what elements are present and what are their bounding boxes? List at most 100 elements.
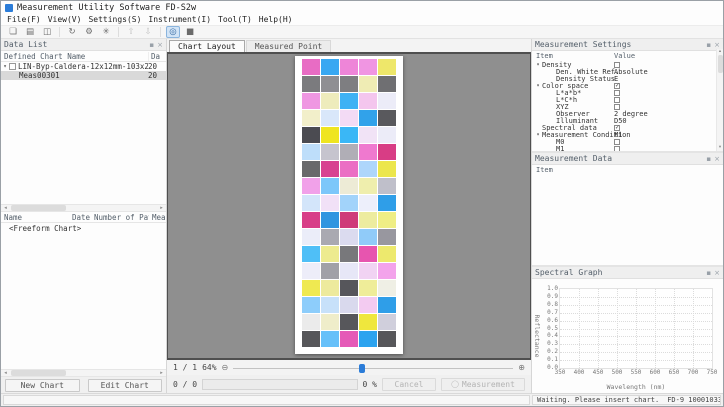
zoom-slider-track[interactable] <box>233 368 513 369</box>
setting-checkbox[interactable] <box>614 97 620 103</box>
setting-value[interactable] <box>614 145 620 151</box>
v-gridline <box>655 289 656 368</box>
menu-help[interactable]: Help(H) <box>259 15 293 24</box>
stop-button[interactable]: ■ <box>183 26 197 38</box>
y-tick-label: 0.9 <box>547 294 558 300</box>
instrument-setup-button[interactable]: ✳ <box>99 26 113 38</box>
scroll-down-icon[interactable]: ▾ <box>719 145 721 151</box>
chart-table: NameDateNumber of PatchesMea <Freeform C… <box>1 212 166 369</box>
zoom-slider-thumb[interactable] <box>359 364 365 373</box>
pin-icon[interactable]: ▪ <box>149 41 154 49</box>
data-list-title: Data List <box>4 40 47 49</box>
table-horizontal-scrollbar[interactable]: ◂ ▸ <box>1 369 166 377</box>
measurement-icon: ◯ <box>451 380 459 388</box>
color-patch <box>302 280 320 296</box>
chart-buttons-row: New Chart Edit Chart <box>1 377 166 393</box>
expand-icon[interactable]: ▾ <box>534 83 542 89</box>
settings-vertical-scrollbar[interactable]: ▴ ▾ <box>716 49 723 151</box>
measure-button[interactable]: ◎ <box>166 26 180 38</box>
freeform-chart-row[interactable]: <Freeform Chart> <box>1 223 166 233</box>
status-message-cell: Waiting. Please insert chart. FD-9 10001… <box>532 395 721 405</box>
zoom-bar: 1 / 1 64% ⊖ ⊕ <box>167 360 531 375</box>
expand-icon[interactable]: ▾ <box>534 132 542 138</box>
new-chart-button[interactable]: New Chart <box>5 379 80 392</box>
scroll-right-icon[interactable]: ▸ <box>157 370 166 376</box>
scrollbar-track[interactable] <box>10 205 157 211</box>
color-patch <box>378 297 396 313</box>
col-date: Da <box>148 52 166 61</box>
scroll-left-icon[interactable]: ◂ <box>1 205 10 211</box>
menu-view[interactable]: View(V) <box>48 15 82 24</box>
pin-icon[interactable]: ▪ <box>706 269 711 277</box>
status-empty-cell <box>3 395 530 405</box>
color-patch <box>302 59 320 75</box>
connect-instrument-button[interactable]: ↻ <box>65 26 79 38</box>
color-patch <box>378 229 396 245</box>
setting-value[interactable]: ✓ <box>614 82 620 89</box>
chart-checkbox[interactable] <box>9 63 16 70</box>
color-patch <box>359 161 377 177</box>
expand-icon[interactable]: ▾ <box>534 62 542 68</box>
setting-checkbox[interactable] <box>614 90 620 96</box>
zoom-in-icon[interactable]: ⊕ <box>518 363 525 372</box>
scrollbar-thumb[interactable] <box>11 205 66 211</box>
open-button[interactable]: ▤ <box>23 26 37 38</box>
setting-checkbox[interactable] <box>614 146 620 152</box>
setting-value[interactable]: E <box>614 75 618 82</box>
color-patch <box>340 263 358 279</box>
color-patch <box>359 280 377 296</box>
scroll-left-icon[interactable]: ◂ <box>1 370 10 376</box>
edit-chart-button[interactable]: Edit Chart <box>88 379 163 392</box>
setting-value[interactable] <box>614 138 620 145</box>
setting-value[interactable]: Absolute <box>614 68 648 75</box>
tree-row[interactable]: ▾LIN-Byp-Caldera-12x12mm-103x297mm-FD-92… <box>1 62 166 71</box>
scroll-right-icon[interactable]: ▸ <box>157 205 166 211</box>
pin-icon[interactable]: ▪ <box>706 41 711 49</box>
tab-measured-point[interactable]: Measured Point <box>246 40 331 52</box>
setting-value[interactable] <box>614 89 620 96</box>
tab-chart-layout[interactable]: Chart Layout <box>169 40 245 52</box>
table-column-number-of-patches: Number of Patches <box>91 213 149 222</box>
close-icon[interactable]: × <box>714 269 720 277</box>
app-icon <box>5 4 13 12</box>
tree-horizontal-scrollbar[interactable]: ◂ ▸ <box>1 204 166 212</box>
title-bar: Measurement Utility Software FD-S2w <box>1 1 723 14</box>
close-icon[interactable]: × <box>157 41 163 49</box>
tree-row[interactable]: Meas0030120 <box>1 71 166 80</box>
color-patch <box>321 280 339 296</box>
measurement-data-title: Measurement Data <box>535 154 612 163</box>
menu-instrument[interactable]: Instrument(I) <box>148 15 211 24</box>
scrollbar-track[interactable] <box>10 370 157 376</box>
scrollbar-thumb[interactable] <box>11 370 66 376</box>
color-patch <box>302 76 320 92</box>
setting-value[interactable]: M1 <box>614 131 622 138</box>
upload-button[interactable]: ⇧ <box>124 26 138 38</box>
color-patch <box>340 127 358 143</box>
color-patch <box>359 246 377 262</box>
new-chart-button[interactable]: ❏ <box>6 26 20 38</box>
zoom-slider[interactable] <box>233 363 513 373</box>
close-icon[interactable]: × <box>714 41 720 49</box>
defined-chart-tree: Defined Chart Name Da ▾LIN-Byp-Caldera-1… <box>1 51 166 204</box>
defined-chart-header: Defined Chart Name Da <box>1 51 166 62</box>
download-button[interactable]: ⇩ <box>141 26 155 38</box>
setting-checkbox[interactable] <box>614 139 620 145</box>
setting-value[interactable]: D50 <box>614 117 627 124</box>
scrollbar-thumb[interactable] <box>718 55 723 73</box>
color-patch <box>378 127 396 143</box>
menu-settings[interactable]: Settings(S) <box>88 15 141 24</box>
close-icon[interactable]: × <box>714 155 720 163</box>
tree-expand-icon[interactable]: ▾ <box>1 63 9 70</box>
settings-row[interactable]: M1 <box>532 145 723 151</box>
measurement-button[interactable]: ◯ Measurement <box>441 378 525 391</box>
menu-tool[interactable]: Tool(T) <box>218 15 252 24</box>
pin-icon[interactable]: ▪ <box>706 155 711 163</box>
save-button[interactable]: ◫ <box>40 26 54 38</box>
menu-file[interactable]: File(F) <box>7 15 41 24</box>
settings-button[interactable]: ⚙ <box>82 26 96 38</box>
setting-checkbox[interactable]: ✓ <box>614 83 620 89</box>
cancel-button[interactable]: Cancel <box>382 378 436 391</box>
setting-value[interactable] <box>614 96 620 103</box>
zoom-out-icon[interactable]: ⊖ <box>222 363 229 372</box>
zoom-level[interactable]: 64% <box>202 363 216 372</box>
